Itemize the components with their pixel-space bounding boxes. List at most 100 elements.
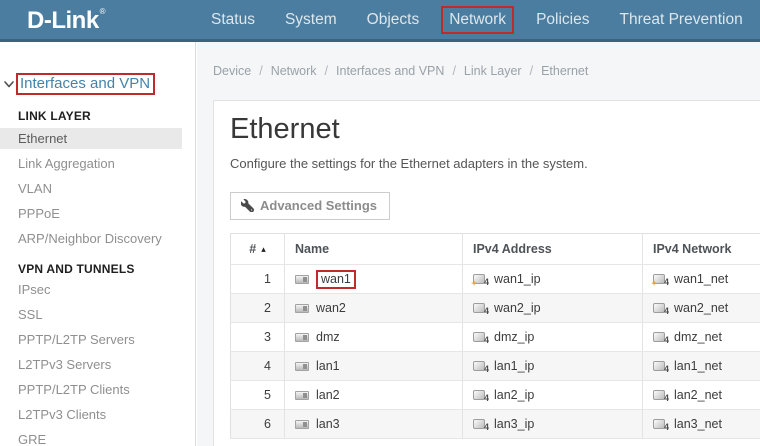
main-nav: Status System Objects Network Policies T… (203, 0, 751, 39)
column-header-name[interactable]: Name (285, 234, 463, 265)
advanced-settings-button[interactable]: Advanced Settings (230, 192, 390, 220)
ethernet-adapter-icon (295, 362, 309, 371)
page-description: Configure the settings for the Ethernet … (230, 156, 760, 171)
breadcrumb-separator: / (452, 64, 455, 78)
nav-policies[interactable]: Policies (528, 6, 597, 34)
cell-name[interactable]: dmz (285, 323, 463, 352)
breadcrumb-separator: / (530, 64, 533, 78)
breadcrumb-interfaces-and-vpn[interactable]: Interfaces and VPN (336, 64, 444, 78)
cell-ipv4-network[interactable]: 4lan2_net (643, 381, 760, 410)
sidebar: Interfaces and VPN LINK LAYER Ethernet L… (0, 42, 196, 446)
ipv4-network-icon: 4 (653, 419, 665, 429)
ipv4-network-icon: 4 (653, 332, 665, 342)
nav-threat-prevention[interactable]: Threat Prevention (611, 6, 750, 34)
breadcrumb-separator: / (325, 64, 328, 78)
sidebar-item-vlan[interactable]: VLAN (0, 178, 182, 199)
ipv4-address-icon: 4 (473, 419, 485, 429)
cell-ipv4-address[interactable]: 4dmz_ip (463, 323, 643, 352)
table-row: 3 dmz 4dmz_ip 4dmz_net (231, 323, 760, 352)
cell-number: 6 (231, 410, 285, 439)
nav-objects[interactable]: Objects (359, 6, 428, 34)
advanced-settings-label: Advanced Settings (260, 198, 377, 213)
sidebar-item-arp-neighbor-discovery[interactable]: ARP/Neighbor Discovery (0, 228, 182, 249)
cell-ipv4-network[interactable]: 4wan2_net (643, 294, 760, 323)
ipv4-address-icon: 4 (473, 332, 485, 342)
cell-number: 4 (231, 352, 285, 381)
sidebar-section-vpn-and-tunnels: VPN AND TUNNELS (0, 262, 195, 276)
cell-number: 1 (231, 265, 285, 294)
cell-number: 2 (231, 294, 285, 323)
sidebar-item-l2tpv3-clients[interactable]: L2TPv3 Clients (0, 404, 182, 425)
cell-ipv4-address[interactable]: 4lan3_ip (463, 410, 643, 439)
page-card: Ethernet Configure the settings for the … (213, 100, 760, 446)
page-title: Ethernet (230, 113, 760, 146)
sidebar-item-pptp-l2tp-clients[interactable]: PPTP/L2TP Clients (0, 379, 182, 400)
sidebar-title-row: Interfaces and VPN (0, 73, 195, 95)
screen: D-Link® Status System Objects Network Po… (0, 0, 760, 446)
ipv4-network-icon: 4 (653, 303, 665, 313)
ethernet-adapter-icon (295, 333, 309, 342)
wrench-icon (241, 199, 254, 212)
sidebar-item-link-aggregation[interactable]: Link Aggregation (0, 153, 182, 174)
nav-status[interactable]: Status (203, 6, 263, 34)
cell-number: 5 (231, 381, 285, 410)
sidebar-section-link-layer: LINK LAYER (0, 109, 195, 123)
ipv4-address-icon: 4 (473, 361, 485, 371)
cell-name[interactable]: wan1 (285, 265, 463, 294)
sidebar-item-ipsec[interactable]: IPsec (0, 279, 182, 300)
dlink-logo[interactable]: D-Link® (27, 7, 105, 35)
cell-ipv4-address[interactable]: 4lan2_ip (463, 381, 643, 410)
cell-number: 3 (231, 323, 285, 352)
sort-asc-icon: ▴ (261, 244, 266, 254)
ethernet-table: #▴ Name IPv4 Address IPv4 Network 1 wan1… (230, 233, 760, 439)
table-row: 2 wan2 4wan2_ip 4wan2_net (231, 294, 760, 323)
content-area: Device / Network / Interfaces and VPN / Link L… (197, 42, 760, 446)
breadcrumb: Device / Network / Interfaces and VPN / Link L… (213, 64, 588, 78)
annotated-cell-wan1[interactable]: wan1 (316, 270, 356, 289)
cell-ipv4-network[interactable]: 4lan3_net (643, 410, 760, 439)
breadcrumb-separator: / (259, 64, 262, 78)
cell-name[interactable]: lan2 (285, 381, 463, 410)
breadcrumb-device[interactable]: Device (213, 64, 251, 78)
column-header-ipv4-network[interactable]: IPv4 Network (643, 234, 760, 265)
table-row: 6 lan3 4lan3_ip 4lan3_net (231, 410, 760, 439)
table-row: 4 lan1 4lan1_ip 4lan1_net (231, 352, 760, 381)
table-header-row: #▴ Name IPv4 Address IPv4 Network (231, 234, 760, 265)
cell-ipv4-address[interactable]: 4lan1_ip (463, 352, 643, 381)
column-header-ipv4-address[interactable]: IPv4 Address (463, 234, 643, 265)
nav-system[interactable]: System (277, 6, 345, 34)
breadcrumb-link-layer[interactable]: Link Layer (464, 64, 522, 78)
table-row: 5 lan2 4lan2_ip 4lan2_net (231, 381, 760, 410)
cell-ipv4-network[interactable]: 4wan1_net (643, 265, 760, 294)
ipv4-network-icon: 4 (653, 361, 665, 371)
sidebar-item-gre[interactable]: GRE (0, 429, 182, 446)
breadcrumb-ethernet[interactable]: Ethernet (541, 64, 588, 78)
column-header-number[interactable]: #▴ (231, 234, 285, 265)
nav-network[interactable]: Network (441, 6, 514, 34)
chevron-down-icon[interactable] (2, 77, 16, 91)
ipv4-network-icon: 4 (653, 274, 665, 284)
cell-name[interactable]: lan3 (285, 410, 463, 439)
table-row: 1 wan1 4wan1_ip 4wan1_net (231, 265, 760, 294)
ipv4-address-icon: 4 (473, 274, 485, 284)
ethernet-adapter-icon (295, 391, 309, 400)
cell-ipv4-network[interactable]: 4dmz_net (643, 323, 760, 352)
sidebar-title-interfaces-and-vpn[interactable]: Interfaces and VPN (16, 73, 155, 95)
ethernet-adapter-icon (295, 420, 309, 429)
ipv4-address-icon: 4 (473, 303, 485, 313)
sidebar-item-ssl[interactable]: SSL (0, 304, 182, 325)
cell-ipv4-address[interactable]: 4wan1_ip (463, 265, 643, 294)
sidebar-item-pptp-l2tp-servers[interactable]: PPTP/L2TP Servers (0, 329, 182, 350)
cell-ipv4-address[interactable]: 4wan2_ip (463, 294, 643, 323)
breadcrumb-network[interactable]: Network (271, 64, 317, 78)
registered-mark: ® (100, 7, 105, 16)
ethernet-adapter-icon (295, 275, 309, 284)
sidebar-item-l2tpv3-servers[interactable]: L2TPv3 Servers (0, 354, 182, 375)
cell-ipv4-network[interactable]: 4lan1_net (643, 352, 760, 381)
cell-name[interactable]: lan1 (285, 352, 463, 381)
top-navbar: D-Link® Status System Objects Network Po… (0, 0, 760, 42)
logo-text: D-Link (27, 7, 99, 34)
sidebar-item-pppoe[interactable]: PPPoE (0, 203, 182, 224)
sidebar-item-ethernet[interactable]: Ethernet (0, 128, 182, 149)
cell-name[interactable]: wan2 (285, 294, 463, 323)
